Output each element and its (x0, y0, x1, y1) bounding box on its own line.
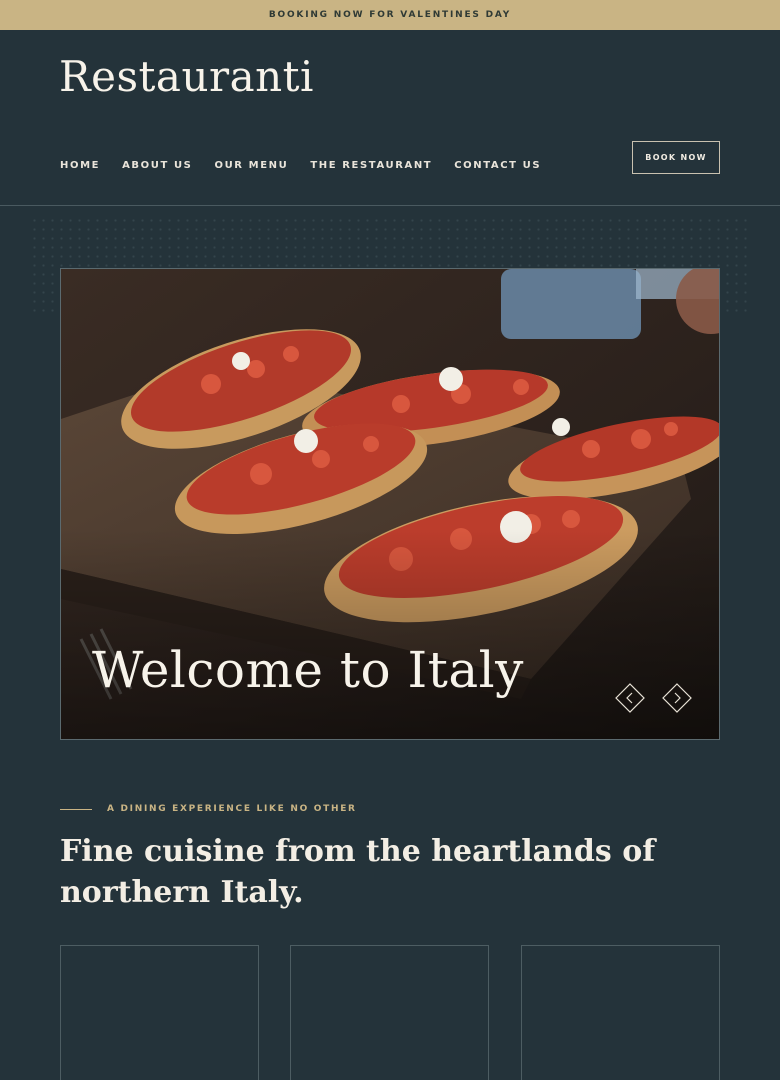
chevron-right-diamond-icon (662, 683, 692, 713)
site-logo[interactable]: Restauranti (59, 52, 314, 101)
nav-item-the-restaurant[interactable]: THE RESTAURANT (310, 160, 432, 171)
feature-card (60, 945, 259, 1080)
feature-card (290, 945, 489, 1080)
intro-eyebrow: A DINING EXPERIENCE LIKE NO OTHER (107, 804, 357, 814)
nav-item-home[interactable]: HOME (60, 160, 100, 171)
feature-card (521, 945, 720, 1080)
slider-next-button[interactable] (662, 683, 692, 713)
slider-prev-button[interactable] (615, 683, 645, 713)
nav-item-our-menu[interactable]: OUR MENU (214, 160, 288, 171)
hero-title: Welcome to Italy (92, 641, 524, 699)
intro-headline: Fine cuisine from the heartlands of nort… (60, 834, 656, 910)
announcement-bar: BOOKING NOW FOR VALENTINES DAY (0, 0, 780, 30)
chevron-left-diamond-icon (615, 683, 645, 713)
book-now-button[interactable]: BOOK NOW (632, 141, 720, 174)
hero-slider: Welcome to Italy (60, 268, 720, 740)
eyebrow-divider (60, 809, 92, 810)
nav-item-about-us[interactable]: ABOUT US (122, 160, 192, 171)
site-header: Restauranti HOME ABOUT US OUR MENU THE R… (0, 30, 780, 206)
main-nav: HOME ABOUT US OUR MENU THE RESTAURANT CO… (60, 160, 541, 171)
announcement-text: BOOKING NOW FOR VALENTINES DAY (268, 10, 512, 20)
nav-item-contact-us[interactable]: CONTACT US (454, 160, 541, 171)
